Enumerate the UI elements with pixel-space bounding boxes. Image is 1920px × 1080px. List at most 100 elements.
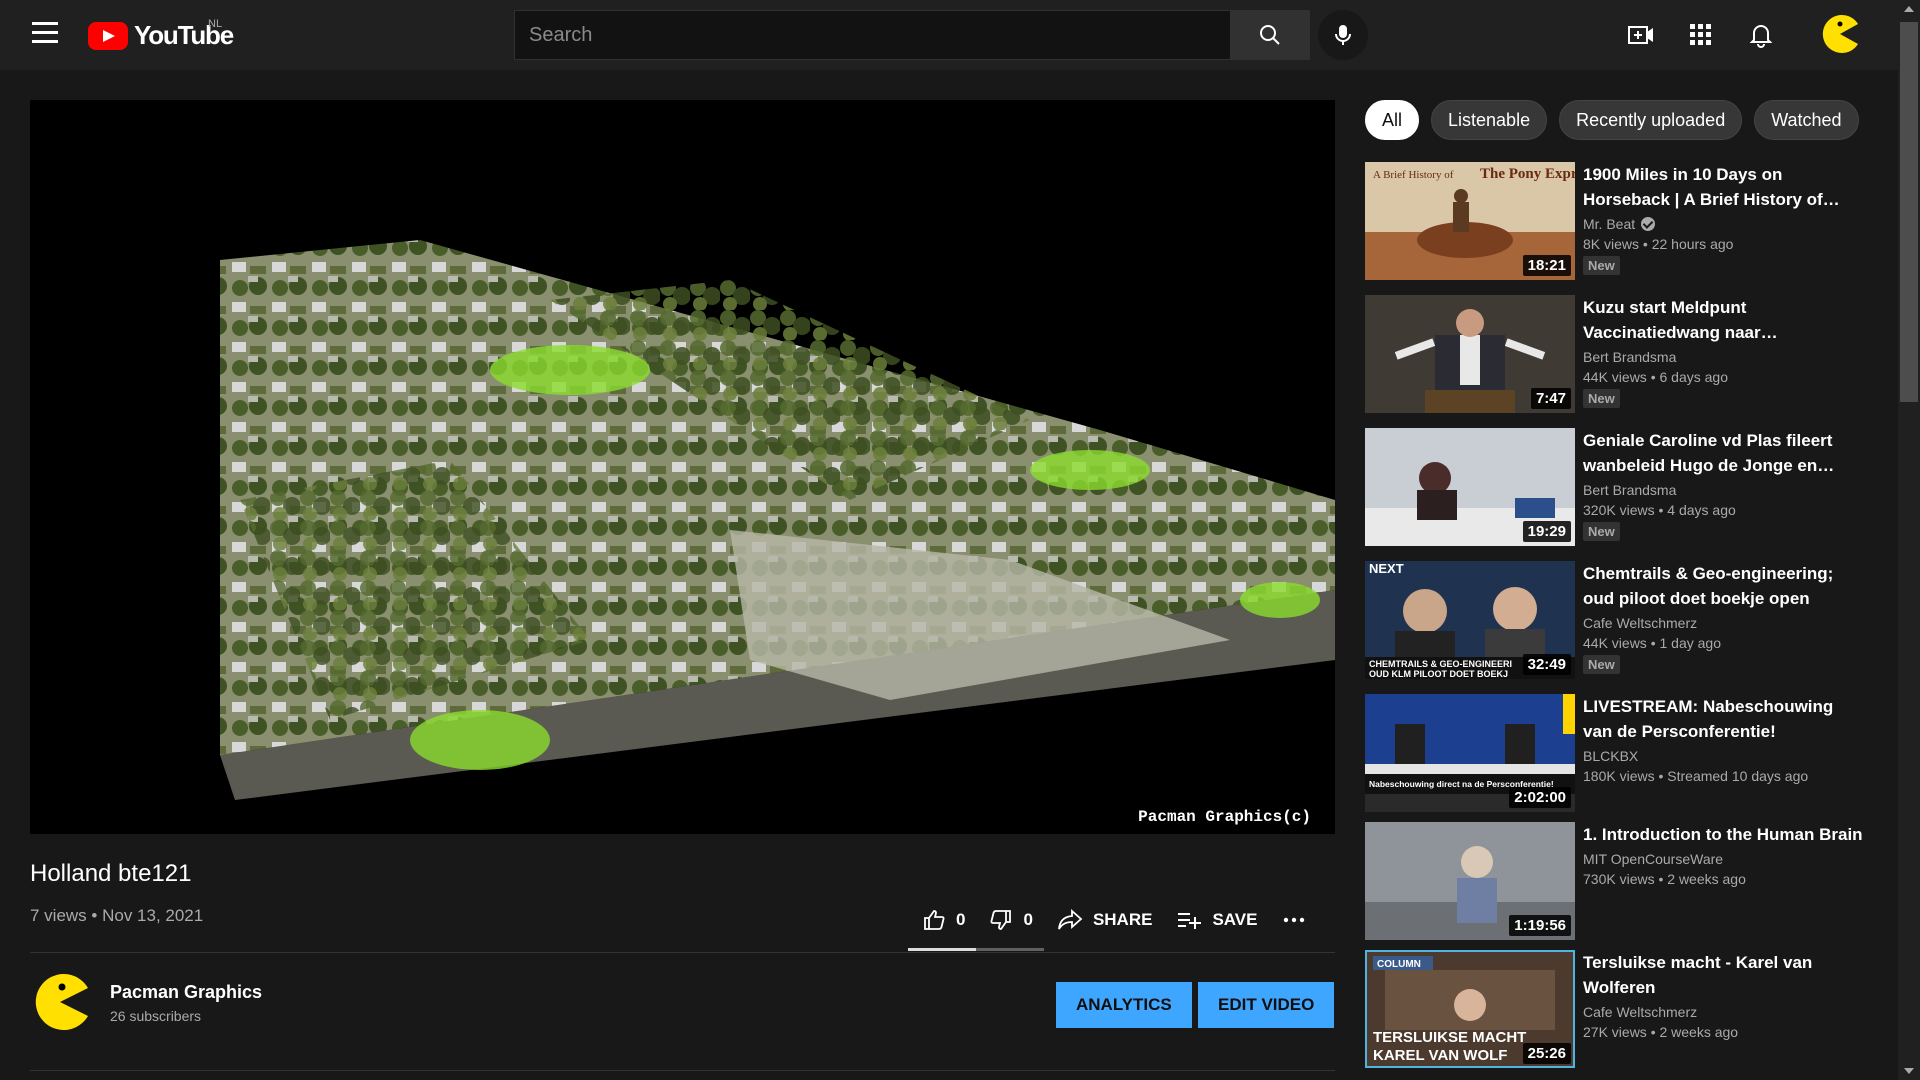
channel-subscribers: 26 subscribers xyxy=(110,1008,202,1024)
create-video-icon xyxy=(1628,26,1653,44)
scroll-down-arrow-icon[interactable] xyxy=(1904,1068,1914,1074)
video-thumbnail[interactable]: A Brief History of The Pony Express 18:2… xyxy=(1365,162,1575,280)
thumbnail-text: TERSLUIKSE MACHT xyxy=(1373,1029,1526,1046)
save-label: SAVE xyxy=(1212,910,1258,929)
video-thumbnail[interactable]: Nabeschouwing direct na de Persconferent… xyxy=(1365,694,1575,812)
recommendation-channel[interactable]: Bert Brandsma xyxy=(1583,349,1676,365)
video-duration: 7:47 xyxy=(1530,388,1571,409)
divider xyxy=(30,952,1335,953)
chip-watched[interactable]: Watched xyxy=(1754,100,1859,140)
recommendation-title[interactable]: 1. Introduction to the Human Brain xyxy=(1583,822,1865,847)
video-frame-image xyxy=(220,240,1335,820)
video-player[interactable]: Pacman Graphics(c) xyxy=(30,100,1335,834)
scroll-up-arrow-icon[interactable] xyxy=(1904,6,1914,12)
recommendation-stats: 8K views • 22 hours ago xyxy=(1583,236,1734,252)
recommendation-stats: 320K views • 4 days ago xyxy=(1583,502,1736,518)
video-duration: 32:49 xyxy=(1522,654,1571,675)
page-scrollbar[interactable] xyxy=(1898,0,1920,1080)
recommendation-item[interactable]: NEXT CHEMTRAILS & GEO-ENGINEERI OUD KLM … xyxy=(1365,561,1865,683)
video-thumbnail[interactable]: 1:19:56 xyxy=(1365,822,1575,940)
video-thumbnail[interactable]: COLUMN TERSLUIKSE MACHT KAREL VAN WOLF 2… xyxy=(1365,950,1575,1068)
bell-icon xyxy=(1749,25,1773,48)
recommendation-stats: 730K views • 2 weeks ago xyxy=(1583,871,1746,887)
share-icon xyxy=(1058,909,1083,930)
thumbnail-text: The Pony Express xyxy=(1480,166,1575,182)
recommendation-title[interactable]: Kuzu start Meldpunt Vaccinatiedwang naar… xyxy=(1583,295,1865,345)
voice-search-button[interactable] xyxy=(1318,10,1368,60)
dislike-button[interactable]: 0 xyxy=(977,908,1044,932)
recommendation-channel[interactable]: Cafe Weltschmerz xyxy=(1583,1004,1697,1020)
apps-button[interactable] xyxy=(1680,14,1722,56)
youtube-play-icon xyxy=(88,21,128,50)
more-actions-button[interactable] xyxy=(1270,916,1318,924)
share-button[interactable]: SHARE xyxy=(1045,909,1165,931)
chip-listenable[interactable]: Listenable xyxy=(1431,100,1548,140)
recommendation-channel[interactable]: Cafe Weltschmerz xyxy=(1583,615,1697,631)
thumbs-up-icon xyxy=(924,910,945,930)
recommendation-channel[interactable]: MIT OpenCourseWare xyxy=(1583,851,1723,867)
recommendation-item[interactable]: 7:47 Kuzu start Meldpunt Vaccinatiedwang… xyxy=(1365,295,1865,417)
apps-grid-icon xyxy=(1690,24,1711,45)
new-badge: New xyxy=(1583,389,1620,408)
video-duration: 1:19:56 xyxy=(1509,915,1571,936)
new-badge: New xyxy=(1583,256,1620,275)
pacman-avatar-icon xyxy=(1822,15,1858,54)
video-thumbnail[interactable]: 19:29 xyxy=(1365,428,1575,546)
share-label: SHARE xyxy=(1092,910,1153,929)
recommendation-item[interactable]: Nabeschouwing direct na de Persconferent… xyxy=(1365,694,1865,816)
chip-all[interactable]: All xyxy=(1365,100,1420,140)
like-button[interactable]: 0 xyxy=(910,908,977,932)
dislike-count: 0 xyxy=(1023,910,1033,929)
thumbnail-text: NEXT xyxy=(1369,561,1404,576)
search-button[interactable] xyxy=(1230,10,1310,60)
create-video-button[interactable] xyxy=(1620,14,1662,56)
scrollbar-thumb[interactable] xyxy=(1900,22,1918,402)
chip-recently-uploaded[interactable]: Recently uploaded xyxy=(1559,100,1743,140)
menu-icon[interactable] xyxy=(28,22,62,48)
recommendation-channel[interactable]: BLCKBX xyxy=(1583,748,1638,764)
recommendation-stats: 44K views • 6 days ago xyxy=(1583,369,1728,385)
channel-avatar[interactable] xyxy=(30,972,90,1032)
edit-video-button[interactable]: EDIT VIDEO xyxy=(1198,982,1335,1028)
thumbnail-text: OUD KLM PILOOT DOET BOEKJ xyxy=(1369,669,1508,679)
thumbnail-text: COLUMN xyxy=(1377,959,1421,970)
recommendation-channel[interactable]: Mr. Beat xyxy=(1583,216,1635,232)
recommendation-title[interactable]: Geniale Caroline vd Plas fileert wanbele… xyxy=(1583,428,1865,478)
video-actions: 0 0 SHARE SAVE xyxy=(910,900,1318,940)
more-horizontal-icon xyxy=(1283,917,1304,923)
recommendation-title[interactable]: Chemtrails & Geo-engineering; oud piloot… xyxy=(1583,561,1865,611)
search-bar xyxy=(514,10,1310,60)
save-button[interactable]: SAVE xyxy=(1164,909,1269,931)
recommendation-channel[interactable]: Bert Brandsma xyxy=(1583,482,1676,498)
thumbnail-text: KAREL VAN WOLF xyxy=(1373,1047,1507,1064)
recommendation-stats: 27K views • 2 weeks ago xyxy=(1583,1024,1739,1040)
recommendation-item[interactable]: COLUMN TERSLUIKSE MACHT KAREL VAN WOLF 2… xyxy=(1365,950,1865,1072)
microphone-icon xyxy=(1335,25,1351,45)
youtube-logo[interactable]: YouTube NL xyxy=(88,18,234,51)
video-duration: 2:02:00 xyxy=(1509,787,1571,808)
search-input[interactable] xyxy=(514,10,1230,60)
recommendation-title[interactable]: Tersluikse macht - Karel van Wolferen xyxy=(1583,950,1865,1000)
video-duration: 25:26 xyxy=(1522,1043,1571,1064)
like-ratio-fill xyxy=(908,948,976,951)
recommendation-stats: 44K views • 1 day ago xyxy=(1583,635,1721,651)
channel-name[interactable]: Pacman Graphics xyxy=(110,982,262,1003)
video-duration: 19:29 xyxy=(1522,521,1571,542)
new-badge: New xyxy=(1583,522,1620,541)
recommendation-title[interactable]: 1900 Miles in 10 Days on Horseback | A B… xyxy=(1583,162,1865,212)
thumbs-down-icon xyxy=(990,910,1012,930)
recommendation-item[interactable]: A Brief History of The Pony Express 18:2… xyxy=(1365,162,1865,284)
notifications-button[interactable] xyxy=(1740,14,1782,56)
video-meta: 7 views • Nov 13, 2021 xyxy=(30,906,204,925)
analytics-button[interactable]: ANALYTICS xyxy=(1056,982,1192,1028)
recommendation-item[interactable]: 1:19:56 1. Introduction to the Human Bra… xyxy=(1365,822,1865,944)
verified-check-icon xyxy=(1641,217,1656,231)
recommendation-stats: 180K views • Streamed 10 days ago xyxy=(1583,768,1809,784)
recommendation-title[interactable]: LIVESTREAM: Nabeschouwing van de Perscon… xyxy=(1583,694,1865,744)
video-thumbnail[interactable]: NEXT CHEMTRAILS & GEO-ENGINEERI OUD KLM … xyxy=(1365,561,1575,679)
video-thumbnail[interactable]: 7:47 xyxy=(1365,295,1575,413)
like-count: 0 xyxy=(956,910,966,929)
recommendation-item[interactable]: 19:29 Geniale Caroline vd Plas fileert w… xyxy=(1365,428,1865,550)
thumbnail-text: A Brief History of xyxy=(1373,169,1454,181)
account-avatar[interactable] xyxy=(1820,14,1860,54)
